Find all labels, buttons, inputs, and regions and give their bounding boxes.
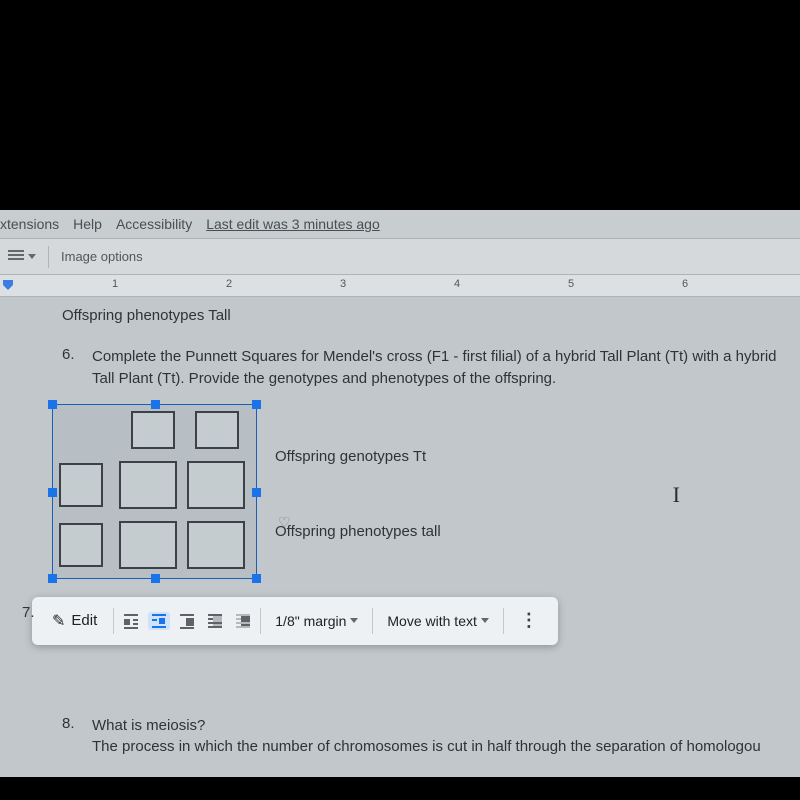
question-text: Complete the Punnett Squares for Mendel'… [92, 346, 792, 390]
punnett-square-image[interactable] [52, 404, 257, 579]
toolbar-separator [372, 608, 373, 634]
caret-icon [481, 618, 489, 623]
toolbar-separator [503, 608, 504, 634]
question-body: The process in which the number of chrom… [92, 736, 761, 758]
punnett-cell [187, 461, 245, 509]
edit-button[interactable]: ✎ Edit [42, 605, 107, 637]
wrap-break-icon[interactable] [176, 612, 198, 630]
punnett-cell [59, 463, 103, 507]
image-context-toolbar: ✎ Edit [32, 597, 558, 645]
phenotypes-label: Offspring phenotypes tall [275, 523, 441, 540]
indent-marker-icon[interactable] [2, 279, 14, 291]
ruler-mark: 5 [568, 278, 574, 290]
ruler-mark: 1 [112, 278, 118, 290]
question-number: 7. [22, 604, 35, 621]
caret-icon [350, 618, 358, 623]
move-with-text-dropdown[interactable]: Move with text [379, 609, 496, 633]
ruler-mark: 4 [454, 278, 460, 290]
text-cursor-icon: I [673, 482, 680, 508]
edit-label: Edit [71, 612, 97, 629]
last-edit-link[interactable]: Last edit was 3 minutes ago [206, 216, 380, 232]
selection-handle[interactable] [48, 400, 57, 409]
question-number: 8. [62, 715, 78, 759]
punnett-cell [59, 523, 103, 567]
toolbar-separator [48, 246, 49, 268]
menu-help[interactable]: Help [73, 216, 102, 232]
selection-handle[interactable] [151, 400, 160, 409]
selection-handle[interactable] [252, 400, 261, 409]
toolbar-separator [260, 608, 261, 634]
punnett-cell [119, 461, 177, 509]
margin-dropdown[interactable]: 1/8" margin [267, 609, 366, 633]
wrap-inline-icon[interactable] [120, 612, 142, 630]
heart-icon: ♡ [278, 514, 291, 531]
format-dropdown[interactable] [0, 244, 44, 270]
wrap-front-icon[interactable] [232, 612, 254, 630]
selection-handle[interactable] [48, 488, 57, 497]
selection-handle[interactable] [252, 488, 261, 497]
lines-icon [8, 250, 24, 264]
menu-accessibility[interactable]: Accessibility [116, 216, 192, 232]
menu-extensions[interactable]: xtensions [0, 216, 59, 232]
ruler-mark: 3 [340, 278, 346, 290]
document-body[interactable]: Offspring phenotypes Tall 6. Complete th… [0, 297, 800, 777]
selection-handle[interactable] [252, 574, 261, 583]
margin-label: 1/8" margin [275, 613, 346, 629]
punnett-cell [119, 521, 177, 569]
move-label: Move with text [387, 613, 476, 629]
text-line: Offspring phenotypes Tall [62, 307, 800, 324]
wrap-behind-icon[interactable] [204, 612, 226, 630]
toolbar-separator [113, 608, 114, 634]
wrap-text-icon[interactable] [148, 612, 170, 630]
question-title: What is meiosis? [92, 715, 761, 737]
punnett-cell [131, 411, 175, 449]
punnett-cell [195, 411, 239, 449]
image-options-button[interactable]: Image options [53, 243, 151, 270]
ruler-mark: 6 [682, 278, 688, 290]
selection-handle[interactable] [48, 574, 57, 583]
caret-icon [28, 254, 36, 259]
punnett-cell [187, 521, 245, 569]
genotypes-label: Offspring genotypes Tt [275, 448, 441, 465]
ruler-mark: 2 [226, 278, 232, 290]
selection-handle[interactable] [151, 574, 160, 583]
ruler[interactable]: 1 2 3 4 5 6 [0, 275, 800, 297]
more-options-button[interactable]: ⋮ [510, 608, 548, 633]
pencil-icon: ✎ [52, 611, 65, 631]
question-number: 6. [62, 346, 78, 390]
